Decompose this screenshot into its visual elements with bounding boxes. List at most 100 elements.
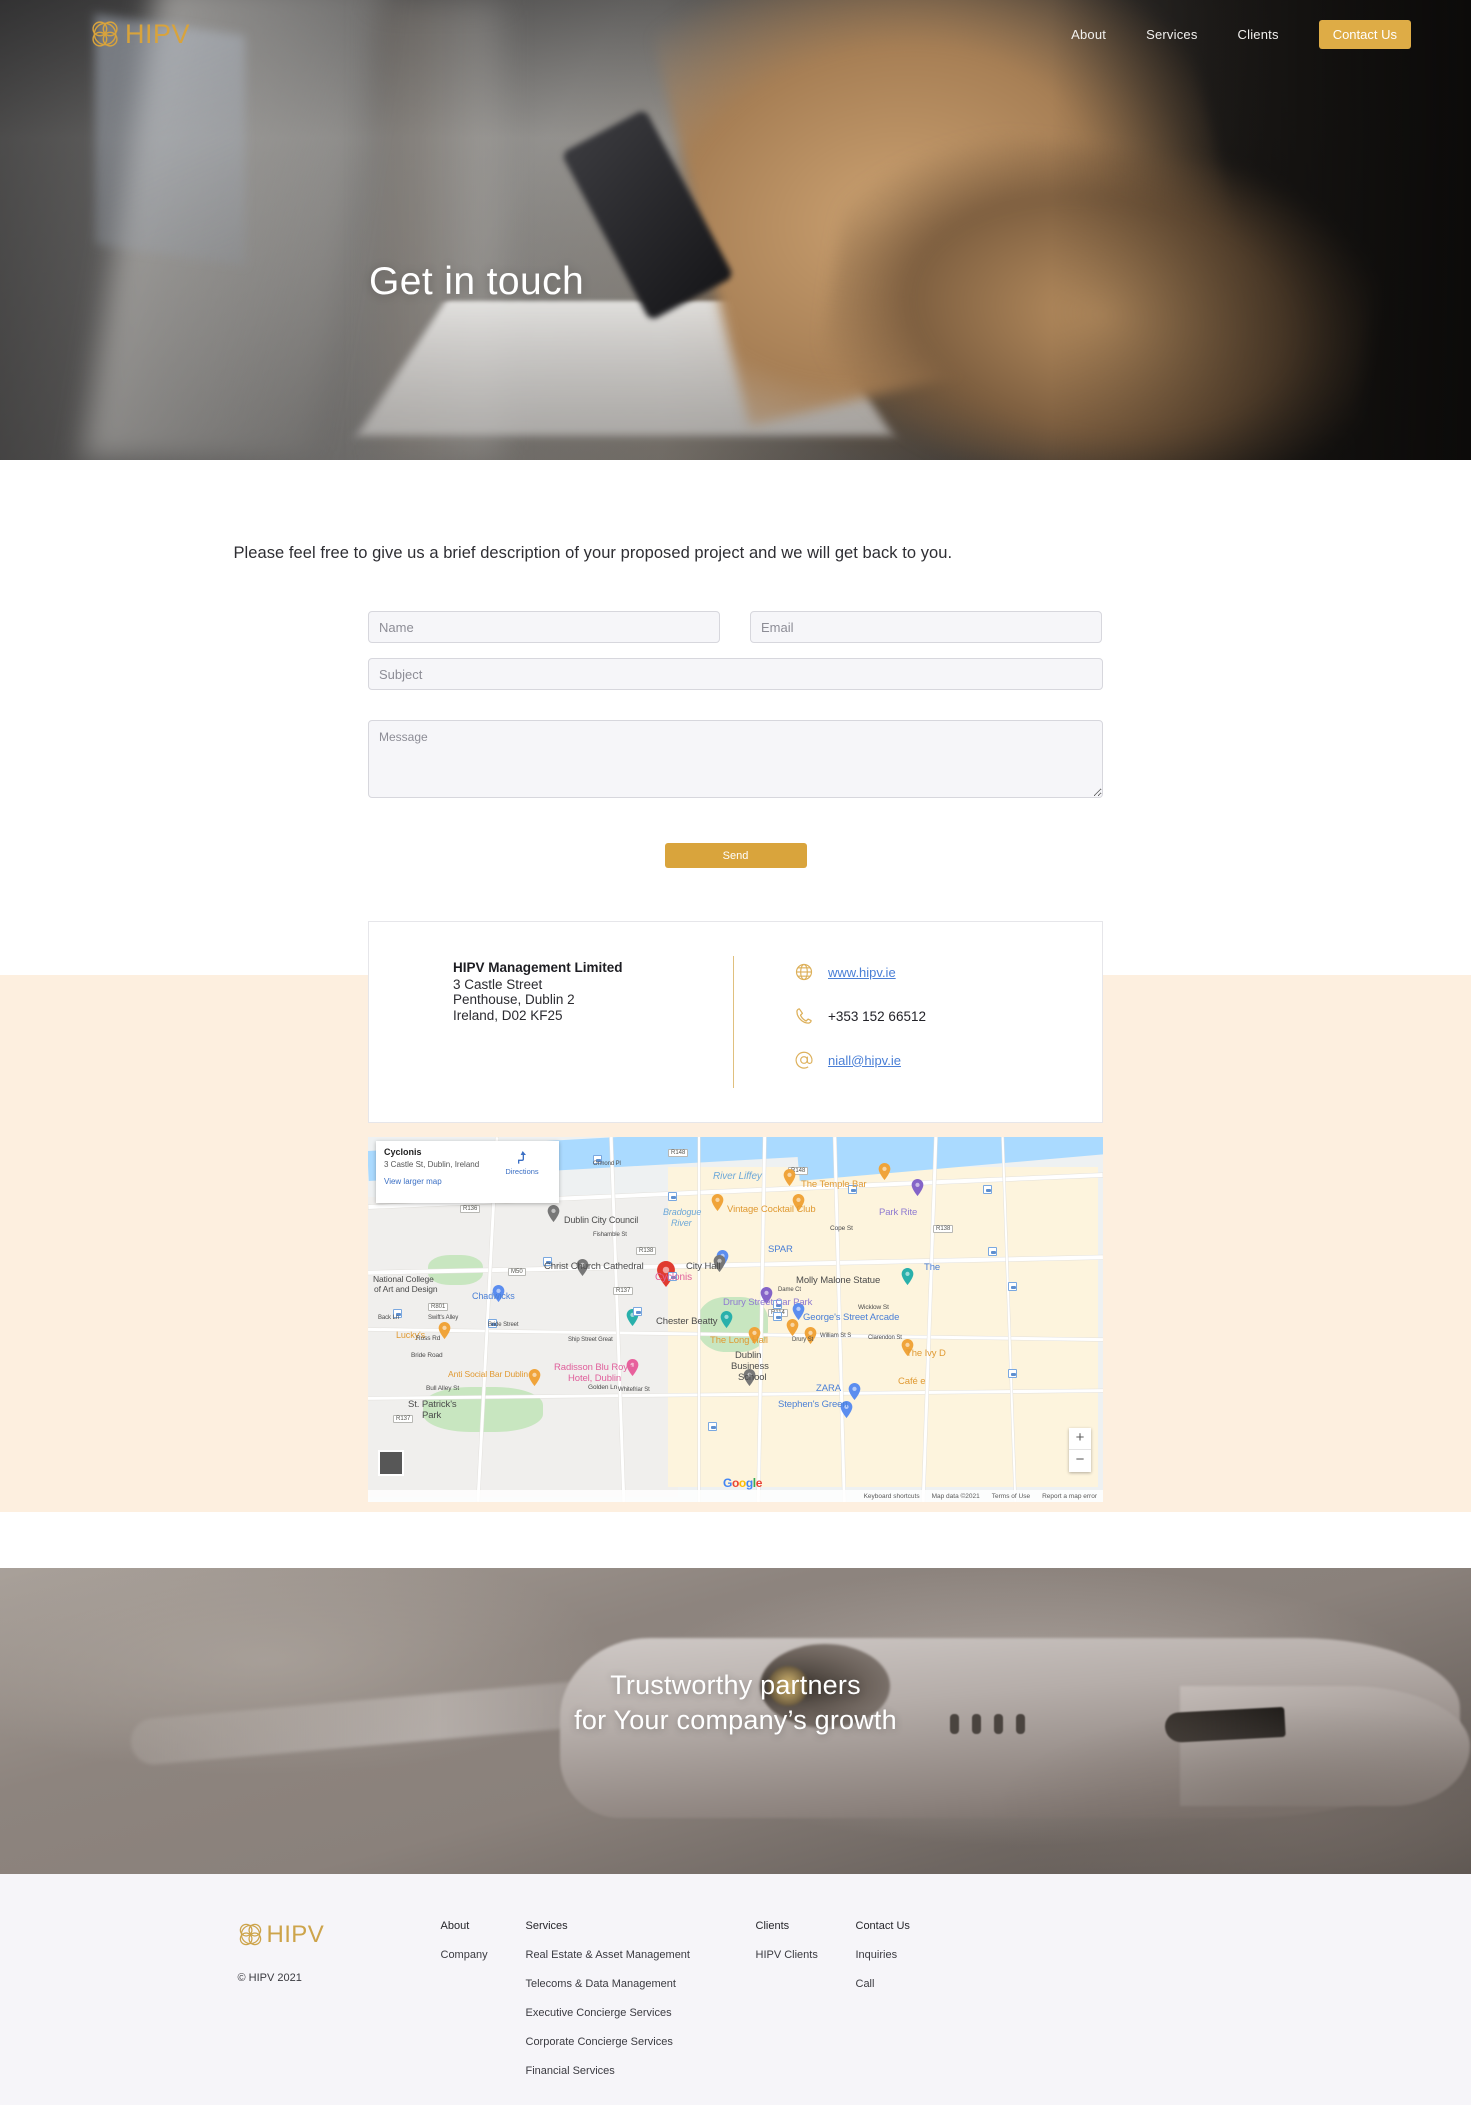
site-footer: HIPV © HIPV 2021 About Company Services … [0, 1874, 1471, 2105]
map-transit-icon [633, 1307, 642, 1316]
message-textarea[interactable] [368, 720, 1103, 798]
globe-icon [795, 963, 813, 981]
map-transit-icon [988, 1247, 997, 1256]
top-navigation: HIPV About Services Clients Contact Us [0, 0, 1471, 68]
website-row[interactable]: www.hipv.ie [794, 962, 926, 982]
map-label: Swift's Alley [428, 1315, 459, 1321]
map-road-shield: R137 [613, 1287, 634, 1295]
footer-link-inquiries[interactable]: Inquiries [856, 1949, 910, 1961]
view-larger-map-link[interactable]: View larger map [384, 1177, 551, 1186]
map-label: Bradogue [663, 1207, 702, 1217]
email-row[interactable]: niall@hipv.ie [794, 1050, 926, 1070]
map-label: Business [731, 1361, 769, 1372]
map-label: Ship Street Great [568, 1337, 613, 1343]
banner-tagline: Trustworthy partners for Your company’s … [0, 1668, 1471, 1737]
address-line-3: Ireland, D02 KF25 [453, 1007, 563, 1023]
map-pin[interactable] [528, 1369, 541, 1386]
plane-banner-section: Trustworthy partners for Your company’s … [0, 1568, 1471, 1874]
footer-logo[interactable]: HIPV [236, 1920, 441, 1949]
map-pin[interactable] [901, 1268, 914, 1285]
banner-line-1: Trustworthy partners [610, 1670, 861, 1700]
copyright-text: © HIPV 2021 [237, 1972, 302, 1984]
directions-button[interactable]: Directions [495, 1149, 549, 1176]
street-view-thumbnail[interactable] [378, 1450, 404, 1476]
map-zoom-controls[interactable]: + − [1069, 1428, 1091, 1472]
map-pin[interactable] [786, 1319, 799, 1336]
map-pin[interactable] [547, 1205, 560, 1222]
map-label: Fishamble St [593, 1232, 627, 1238]
map-pin[interactable] [878, 1163, 891, 1180]
google-watermark: Google [723, 1476, 762, 1490]
contact-info-card: HIPV Management Limited 3 Castle Street … [368, 921, 1103, 1123]
map-label: George's Street Arcade [803, 1312, 900, 1323]
map-road-shield: R148 [668, 1149, 689, 1157]
subject-input[interactable] [368, 658, 1103, 690]
terms-of-use-link[interactable]: Terms of Use [992, 1493, 1030, 1500]
map-pin[interactable] [783, 1169, 796, 1186]
map-pin[interactable] [720, 1311, 733, 1328]
map-label: Cyclonis [655, 1272, 692, 1283]
form-row-name-email [368, 611, 1103, 643]
name-input[interactable] [368, 611, 720, 643]
footer-link-company[interactable]: Company [441, 1949, 526, 1961]
map-label: Bull Alley St [426, 1385, 460, 1392]
map-pin[interactable] [711, 1194, 724, 1211]
footer-link-hipv-clients[interactable]: HIPV Clients [756, 1949, 856, 1961]
zoom-in-button[interactable]: + [1069, 1428, 1091, 1450]
map-label: Radisson Blu Royal [554, 1362, 636, 1373]
zoom-out-button[interactable]: − [1069, 1450, 1091, 1472]
map-label: The Long Hall [710, 1335, 768, 1346]
map-label: Wicklow St [858, 1304, 889, 1311]
website-link[interactable]: www.hipv.ie [828, 965, 896, 980]
footer-brand: HIPV © HIPV 2021 [236, 1920, 441, 2094]
send-button[interactable]: Send [664, 843, 807, 868]
map-label: National College [373, 1274, 434, 1284]
hero-decor-vignette [1051, 0, 1471, 460]
footer-link-real-estate[interactable]: Real Estate & Asset Management [526, 1949, 756, 1961]
map-label: Chester Beatty [656, 1316, 718, 1327]
map-transit-icon [708, 1422, 717, 1431]
map-label: The Temple Bar [801, 1179, 867, 1190]
map-label: Drury Street Car Park [723, 1297, 813, 1308]
map-label: Bride Road [411, 1352, 443, 1359]
contact-us-button[interactable]: Contact Us [1318, 19, 1411, 49]
map-footer-bar: Keyboard shortcuts Map data ©2021 Terms … [368, 1490, 1103, 1502]
footer-column-contact: Contact Us Inquiries Call [856, 1920, 910, 2094]
map-label: Park Rite [879, 1207, 918, 1218]
contact-form: Send [368, 611, 1103, 868]
footer-link-executive-concierge[interactable]: Executive Concierge Services [526, 2007, 756, 2019]
site-logo[interactable]: HIPV [88, 17, 190, 51]
nav-link-clients[interactable]: Clients [1238, 27, 1279, 42]
map-road-shield: R138 [636, 1247, 657, 1255]
footer-link-telecoms[interactable]: Telecoms & Data Management [526, 1978, 756, 1990]
nav-link-about[interactable]: About [1071, 27, 1106, 42]
celtic-knot-icon [92, 21, 118, 47]
footer-link-corporate-concierge[interactable]: Corporate Concierge Services [526, 2036, 756, 2048]
map-label: Dame Ct [778, 1287, 801, 1293]
map-label: Park [422, 1410, 442, 1421]
map-label: St. Patrick's [408, 1399, 457, 1410]
footer-column-services: Services Real Estate & Asset Management … [526, 1920, 756, 2094]
report-map-error-link[interactable]: Report a map error [1042, 1493, 1097, 1500]
phone-row[interactable]: +353 152 66512 [794, 1006, 926, 1026]
footer-link-financial-services[interactable]: Financial Services [526, 2065, 756, 2077]
keyboard-shortcuts-link[interactable]: Keyboard shortcuts [864, 1493, 920, 1500]
map-pin[interactable] [911, 1179, 924, 1196]
contact-links-block: www.hipv.ie +353 152 66512 niall@hipv.ie [734, 950, 926, 1094]
map-landuse-grey [368, 1197, 678, 1497]
map-pin[interactable] [848, 1383, 861, 1400]
map-label: Bride Street [488, 1322, 519, 1328]
email-link[interactable]: niall@hipv.ie [828, 1053, 901, 1068]
hero-section: HIPV About Services Clients Contact Us G… [0, 0, 1471, 460]
google-map-embed[interactable]: R148R148R148R138R137R114R137R136R138M50R… [368, 1137, 1103, 1502]
contact-address-block: HIPV Management Limited 3 Castle Street … [369, 950, 733, 1094]
phone-icon [796, 1008, 812, 1024]
map-label: School [738, 1372, 767, 1383]
footer-link-call[interactable]: Call [856, 1978, 910, 1990]
email-input[interactable] [750, 611, 1102, 643]
nav-link-services[interactable]: Services [1146, 27, 1197, 42]
map-label: Clarendon St [868, 1335, 902, 1341]
map-road-shield: M50 [508, 1268, 526, 1276]
map-label: The [924, 1262, 941, 1273]
